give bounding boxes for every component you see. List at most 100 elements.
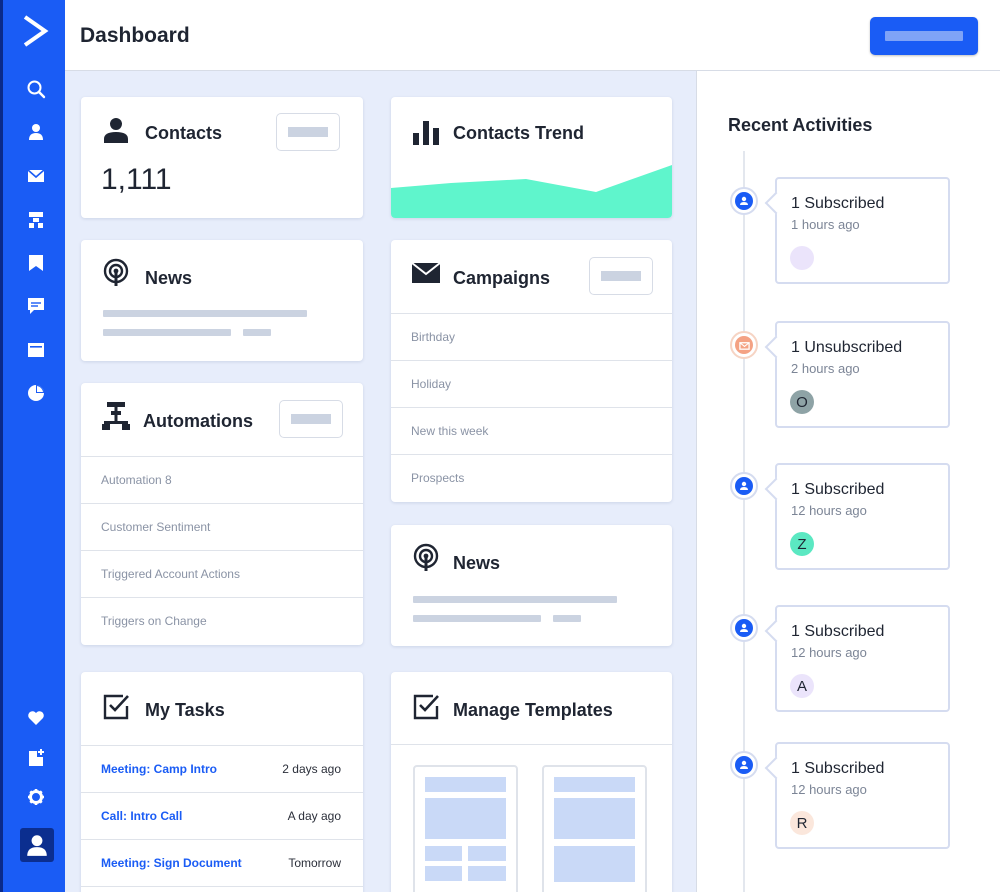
campaigns-title: Campaigns — [453, 268, 551, 288]
button-label-placeholder — [601, 271, 641, 281]
activity-title: 1 Subscribed — [791, 623, 885, 640]
campaign-item[interactable]: Holiday — [391, 360, 672, 407]
template-thumbnail[interactable] — [542, 765, 647, 892]
person-icon — [101, 115, 131, 145]
bookmark-icon[interactable] — [23, 250, 49, 276]
campaigns-menu-button[interactable] — [589, 257, 653, 295]
person-icon[interactable] — [23, 119, 49, 145]
task-time: A day ago — [287, 809, 341, 823]
dashboard-main: Contacts 1,111 Contacts Trend News Campa… — [65, 71, 696, 892]
skeleton-line — [103, 329, 231, 336]
contacts-menu-button[interactable] — [276, 113, 340, 151]
add-page-icon[interactable] — [23, 745, 49, 771]
automations-card[interactable]: Automations Automation 8 Customer Sentim… — [81, 383, 363, 645]
automation-icon[interactable] — [23, 207, 49, 233]
avatar: R — [790, 811, 814, 835]
gear-icon[interactable] — [23, 784, 49, 810]
subscribe-icon — [730, 751, 758, 779]
automation-item[interactable]: Triggers on Change — [81, 597, 363, 644]
activity-title: 1 Subscribed — [791, 481, 885, 498]
templates-card[interactable]: Manage Templates — [391, 672, 672, 892]
subscribe-icon — [730, 614, 758, 642]
automation-item[interactable]: Customer Sentiment — [81, 503, 363, 550]
avatar: O — [790, 390, 814, 414]
automation-icon — [101, 401, 131, 431]
button-label-placeholder — [885, 31, 963, 41]
podcast-icon — [411, 543, 441, 573]
task-link[interactable]: Meeting: Camp Intro — [101, 762, 217, 776]
primary-action-button[interactable] — [870, 17, 978, 55]
activity-card[interactable]: 1 Unsubscribed 2 hours ago O — [775, 321, 950, 428]
chat-icon[interactable] — [23, 293, 49, 319]
search-icon[interactable] — [23, 76, 49, 102]
mail-icon — [411, 258, 441, 288]
automations-menu-button[interactable] — [279, 400, 343, 438]
divider — [391, 744, 672, 745]
contacts-title: Contacts — [145, 123, 223, 143]
header: Dashboard — [65, 0, 1000, 71]
contacts-trend-title: Contacts Trend — [453, 123, 585, 143]
campaigns-card[interactable]: Campaigns Birthday Holiday New this week… — [391, 240, 672, 502]
activity-card[interactable]: 1 Subscribed 12 hours ago A — [775, 605, 950, 712]
campaign-item[interactable]: New this week — [391, 407, 672, 454]
contacts-trend-card[interactable]: Contacts Trend — [391, 97, 672, 218]
mail-icon[interactable] — [23, 163, 49, 189]
contacts-card[interactable]: Contacts 1,111 — [81, 97, 363, 218]
news-card[interactable]: News — [391, 525, 672, 646]
button-label-placeholder — [288, 127, 328, 137]
task-time: 2 days ago — [282, 762, 341, 776]
activity-time: 2 hours ago — [791, 361, 860, 376]
trend-area-chart — [391, 165, 672, 218]
window-icon[interactable] — [23, 337, 49, 363]
activity-title: 1 Subscribed — [791, 760, 885, 777]
news-title: News — [145, 268, 193, 288]
bar-chart-icon — [411, 117, 441, 147]
logo-icon[interactable] — [21, 14, 51, 50]
automation-item[interactable]: Automation 8 — [81, 456, 363, 503]
campaign-item[interactable]: Birthday — [391, 313, 672, 360]
page-title: Dashboard — [80, 24, 190, 47]
activity-card[interactable]: 1 Subscribed 12 hours ago Z — [775, 463, 950, 570]
skeleton-line — [413, 596, 617, 603]
button-label-placeholder — [291, 414, 331, 424]
task-row[interactable] — [81, 886, 363, 892]
activity-time: 1 hours ago — [791, 217, 860, 232]
subscribe-icon — [730, 187, 758, 215]
avatar: A — [790, 674, 814, 698]
automations-title: Automations — [143, 411, 253, 431]
skeleton-line — [413, 615, 541, 622]
activity-card[interactable]: 1 Subscribed 1 hours ago — [775, 177, 950, 284]
timeline-line — [743, 151, 745, 892]
activity-title: 1 Unsubscribed — [791, 339, 903, 356]
templates-title: Manage Templates — [453, 700, 613, 720]
checkbox-icon — [411, 692, 441, 722]
task-row[interactable]: Meeting: Camp Intro 2 days ago — [81, 745, 363, 792]
news-card[interactable]: News — [81, 240, 363, 361]
task-link[interactable]: Call: Intro Call — [101, 809, 182, 823]
recent-activities-panel: Recent Activities 1 Subscribed 1 hours a… — [696, 71, 1000, 892]
activity-title: 1 Subscribed — [791, 195, 885, 212]
task-time: Tomorrow — [288, 856, 341, 870]
tasks-card[interactable]: My Tasks Meeting: Camp Intro 2 days ago … — [81, 672, 363, 892]
sidebar — [0, 0, 65, 892]
pie-chart-icon[interactable] — [23, 380, 49, 406]
mail-unsubscribe-icon — [730, 331, 758, 359]
user-avatar-icon[interactable] — [20, 828, 54, 862]
subscribe-icon — [730, 472, 758, 500]
news-title: News — [453, 553, 501, 573]
automation-item[interactable]: Triggered Account Actions — [81, 550, 363, 597]
campaign-item[interactable]: Prospects — [391, 454, 672, 501]
task-link[interactable]: Meeting: Sign Document — [101, 856, 242, 870]
activity-card[interactable]: 1 Subscribed 12 hours ago R — [775, 742, 950, 849]
activity-time: 12 hours ago — [791, 503, 867, 518]
avatar — [790, 246, 814, 270]
task-row[interactable]: Call: Intro Call A day ago — [81, 792, 363, 839]
task-row[interactable]: Meeting: Sign Document Tomorrow — [81, 839, 363, 886]
skeleton-line — [103, 310, 307, 317]
skeleton-line — [243, 329, 271, 336]
activity-time: 12 hours ago — [791, 645, 867, 660]
template-thumbnail[interactable] — [413, 765, 518, 892]
contacts-count: 1,111 — [101, 163, 172, 196]
podcast-icon — [101, 258, 131, 288]
heart-icon[interactable] — [23, 705, 49, 731]
